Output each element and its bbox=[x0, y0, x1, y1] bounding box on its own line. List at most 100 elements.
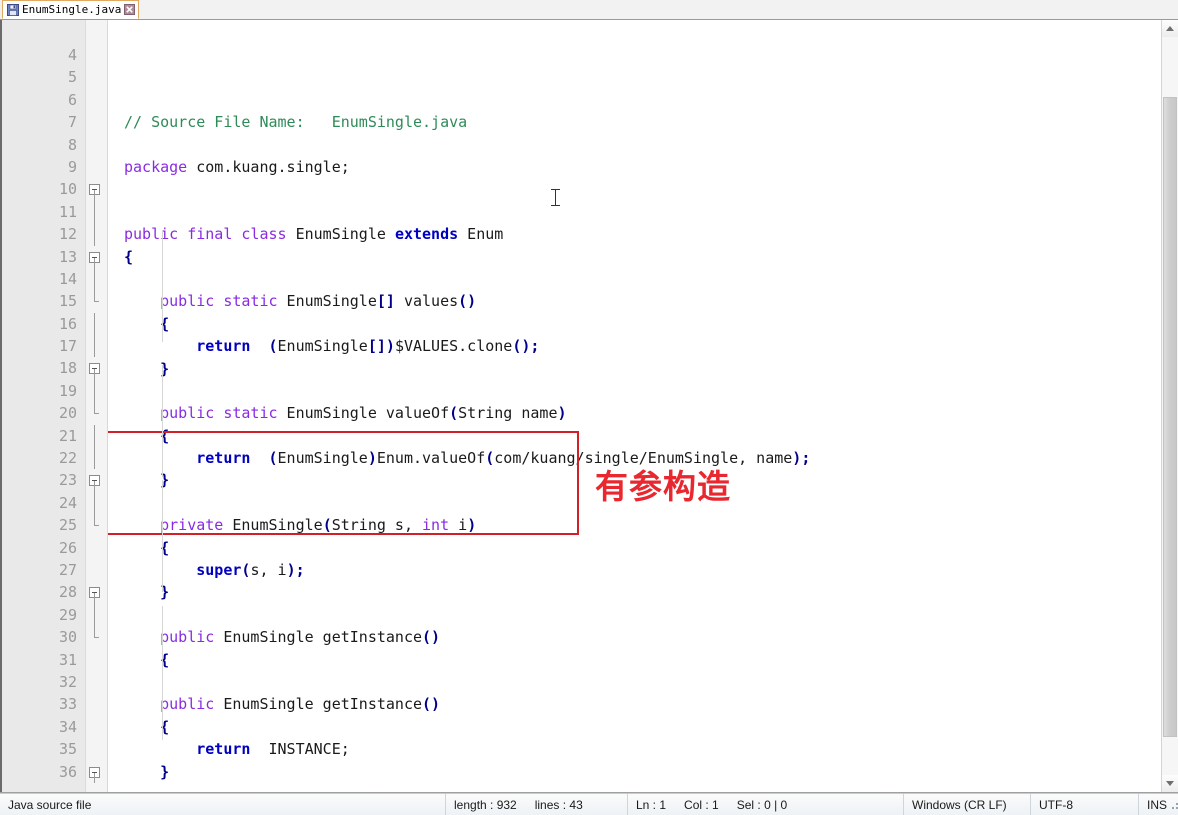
status-encoding[interactable]: UTF-8 bbox=[1031, 793, 1139, 815]
code-line[interactable] bbox=[124, 380, 1161, 402]
indent-guide bbox=[162, 672, 163, 740]
fold-marker bbox=[86, 290, 107, 312]
line-number: 14 bbox=[58, 269, 77, 288]
line-number: 5 bbox=[67, 68, 77, 87]
tab-label: EnumSingle.java bbox=[22, 2, 122, 16]
code-token: ) bbox=[367, 449, 377, 468]
code-line[interactable] bbox=[124, 134, 1161, 156]
line-number: 17 bbox=[58, 337, 77, 356]
code-line[interactable]: // Source File Name: EnumSingle.java bbox=[124, 111, 1161, 133]
indent-guide bbox=[162, 230, 163, 342]
code-token: []) bbox=[367, 337, 395, 356]
code-token: ) bbox=[557, 404, 567, 423]
code-line[interactable]: public static EnumSingle valueOf(String … bbox=[124, 402, 1161, 424]
fold-marker bbox=[86, 671, 107, 693]
fold-marker[interactable] bbox=[86, 246, 107, 268]
close-icon[interactable] bbox=[124, 4, 136, 15]
fold-marker[interactable] bbox=[86, 581, 107, 604]
status-col: Col : 1 bbox=[684, 797, 719, 812]
status-insert-mode[interactable]: INS bbox=[1139, 794, 1178, 815]
fold-guide-line bbox=[94, 481, 95, 492]
code-token: EnumSingle bbox=[277, 337, 368, 356]
status-encoding-label: UTF-8 bbox=[1039, 797, 1073, 812]
status-length: length : 932 bbox=[454, 797, 517, 812]
code-token: s, i bbox=[250, 561, 287, 580]
code-token: INSTANCE; bbox=[250, 740, 350, 759]
fold-marker bbox=[86, 379, 107, 403]
code-line[interactable]: { bbox=[124, 649, 1161, 671]
fold-marker[interactable] bbox=[86, 178, 107, 201]
line-number: 9 bbox=[67, 157, 77, 176]
code-line[interactable] bbox=[124, 783, 1161, 792]
resize-grip-icon[interactable] bbox=[1167, 798, 1178, 812]
code-token: ) bbox=[467, 516, 477, 535]
code-line[interactable] bbox=[124, 178, 1161, 200]
code-line[interactable]: public EnumSingle getInstance() bbox=[124, 693, 1161, 715]
fold-marker bbox=[86, 66, 107, 88]
code-token: [] bbox=[376, 292, 395, 311]
code-token: String name bbox=[458, 404, 558, 423]
fold-marker bbox=[86, 649, 107, 671]
vertical-scrollbar[interactable] bbox=[1161, 20, 1178, 792]
status-eol[interactable]: Windows (CR LF) bbox=[904, 793, 1031, 815]
code-token: EnumSingle valueOf bbox=[277, 404, 450, 423]
status-bar: Java source file length : 932 lines : 43… bbox=[0, 793, 1178, 815]
code-line[interactable]: { bbox=[124, 716, 1161, 738]
code-token: int bbox=[422, 516, 450, 535]
line-number: 35 bbox=[58, 740, 77, 759]
code-line[interactable]: { bbox=[124, 313, 1161, 335]
fold-guide-line bbox=[94, 491, 95, 515]
code-token: public bbox=[160, 628, 215, 647]
code-line[interactable]: public EnumSingle getInstance() bbox=[124, 626, 1161, 648]
fold-guide-line bbox=[94, 424, 95, 448]
code-line[interactable]: { bbox=[124, 537, 1161, 559]
line-number: 24 bbox=[58, 493, 77, 512]
line-number: 8 bbox=[67, 135, 77, 154]
line-number: 7 bbox=[67, 113, 77, 132]
code-token: public final class bbox=[124, 225, 287, 244]
code-token: ( bbox=[268, 337, 278, 356]
fold-guide-line bbox=[94, 223, 95, 246]
fold-marker[interactable] bbox=[86, 469, 107, 492]
code-line[interactable]: return (EnumSingle[])$VALUES.clone(); bbox=[124, 335, 1161, 357]
code-line[interactable] bbox=[124, 268, 1161, 290]
code-token: String s, bbox=[331, 516, 423, 535]
code-line[interactable]: public final class EnumSingle extends En… bbox=[124, 223, 1161, 245]
fold-marker[interactable] bbox=[86, 761, 107, 783]
code-token: (); bbox=[512, 337, 540, 356]
fold-marker bbox=[86, 447, 107, 470]
code-line[interactable]: { bbox=[124, 425, 1161, 447]
fold-marker bbox=[86, 223, 107, 246]
code-line[interactable]: public static EnumSingle[] values() bbox=[124, 290, 1161, 312]
fold-marker bbox=[86, 335, 107, 358]
scrollbar-track[interactable] bbox=[1162, 37, 1178, 775]
fold-guide-line bbox=[94, 312, 95, 336]
code-line[interactable] bbox=[124, 201, 1161, 223]
line-number: 31 bbox=[58, 650, 77, 669]
code-token: public static bbox=[160, 292, 278, 311]
code-line[interactable]: { bbox=[124, 246, 1161, 268]
code-line[interactable]: return INSTANCE; bbox=[124, 738, 1161, 760]
code-line[interactable]: } bbox=[124, 581, 1161, 603]
code-token: com.kuang.single; bbox=[187, 158, 350, 176]
scrollbar-thumb[interactable] bbox=[1163, 97, 1177, 737]
code-line[interactable]: } bbox=[124, 761, 1161, 783]
code-line[interactable] bbox=[124, 671, 1161, 693]
fold-guide-line bbox=[94, 369, 95, 380]
code-folding-column[interactable] bbox=[85, 20, 107, 792]
fold-guide-line bbox=[94, 257, 95, 268]
code-text-area[interactable]: // Source File Name: EnumSingle.java pac… bbox=[108, 20, 1161, 792]
tab-enumsingle-java[interactable]: EnumSingle.java bbox=[2, 0, 140, 19]
code-line[interactable]: super(s, i); bbox=[124, 559, 1161, 581]
fold-marker[interactable] bbox=[86, 357, 107, 380]
code-line[interactable] bbox=[124, 604, 1161, 626]
scroll-up-button[interactable] bbox=[1162, 20, 1178, 37]
code-token: public bbox=[160, 695, 215, 714]
code-line[interactable]: private EnumSingle(String s, int i) bbox=[124, 514, 1161, 536]
code-line[interactable]: } bbox=[124, 358, 1161, 380]
code-line[interactable]: package com.kuang.single; bbox=[124, 156, 1161, 178]
scroll-down-button[interactable] bbox=[1162, 775, 1178, 792]
